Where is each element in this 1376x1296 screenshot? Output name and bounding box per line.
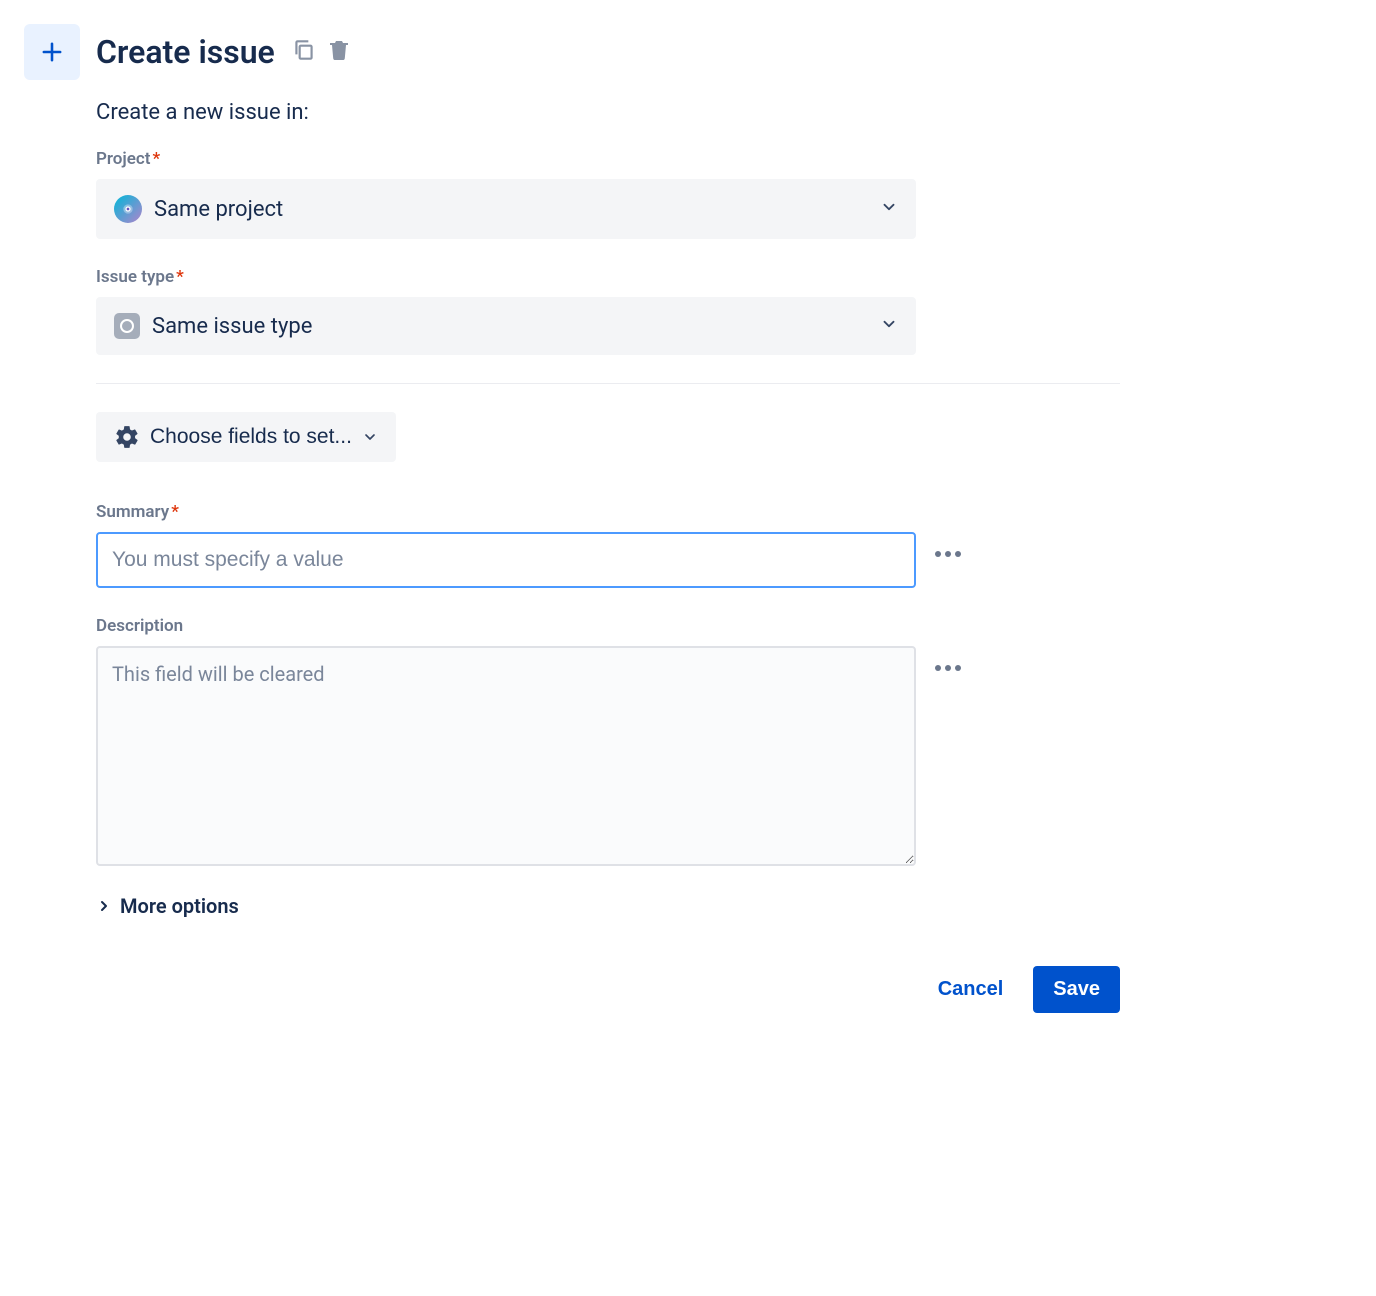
project-label-text: Project <box>96 149 150 169</box>
chevron-down-icon <box>880 315 898 337</box>
issue-type-icon <box>114 313 140 339</box>
title-actions <box>291 37 351 67</box>
form-content: Create a new issue in: Project* Same pro… <box>96 100 1120 1013</box>
save-button[interactable]: Save <box>1033 966 1120 1013</box>
description-field-options[interactable] <box>934 646 962 672</box>
summary-field-options[interactable] <box>934 532 962 558</box>
page-title: Create issue <box>96 33 275 71</box>
more-horizontal-icon <box>934 664 962 672</box>
issue-type-select[interactable]: Same issue type <box>96 297 916 355</box>
description-textarea[interactable] <box>96 646 916 866</box>
summary-label-text: Summary <box>96 502 169 522</box>
form-footer: Cancel Save <box>96 966 1120 1013</box>
summary-label: Summary* <box>96 502 1120 522</box>
summary-input[interactable] <box>96 532 916 588</box>
chevron-right-icon <box>96 898 112 914</box>
choose-fields-button[interactable]: Choose fields to set... <box>96 412 396 462</box>
section-divider <box>96 383 1120 384</box>
more-horizontal-icon <box>934 550 962 558</box>
project-select-value: Same project <box>154 197 868 222</box>
summary-row <box>96 532 1120 588</box>
description-label: Description <box>96 616 1120 636</box>
more-options-label: More options <box>120 894 239 918</box>
required-asterisk: * <box>152 149 160 169</box>
cancel-button[interactable]: Cancel <box>924 966 1018 1013</box>
issue-type-select-value: Same issue type <box>152 314 868 339</box>
project-select[interactable]: Same project <box>96 179 916 239</box>
chevron-down-icon <box>362 429 378 445</box>
gear-icon <box>114 424 140 450</box>
issue-type-label: Issue type* <box>96 267 1120 287</box>
chevron-down-icon <box>880 198 898 220</box>
copy-icon[interactable] <box>291 37 317 67</box>
issue-type-label-text: Issue type <box>96 267 174 287</box>
header-row: Create issue <box>24 24 1352 80</box>
description-row <box>96 646 1120 866</box>
required-asterisk: * <box>171 502 179 522</box>
create-issue-tile <box>24 24 80 80</box>
project-label: Project* <box>96 149 1120 169</box>
choose-fields-label: Choose fields to set... <box>150 425 352 449</box>
more-options-toggle[interactable]: More options <box>96 894 1120 918</box>
trash-icon[interactable] <box>327 37 351 67</box>
required-asterisk: * <box>176 267 184 287</box>
project-avatar-icon <box>114 195 142 223</box>
subtitle: Create a new issue in: <box>96 100 1120 125</box>
plus-icon <box>38 38 66 66</box>
